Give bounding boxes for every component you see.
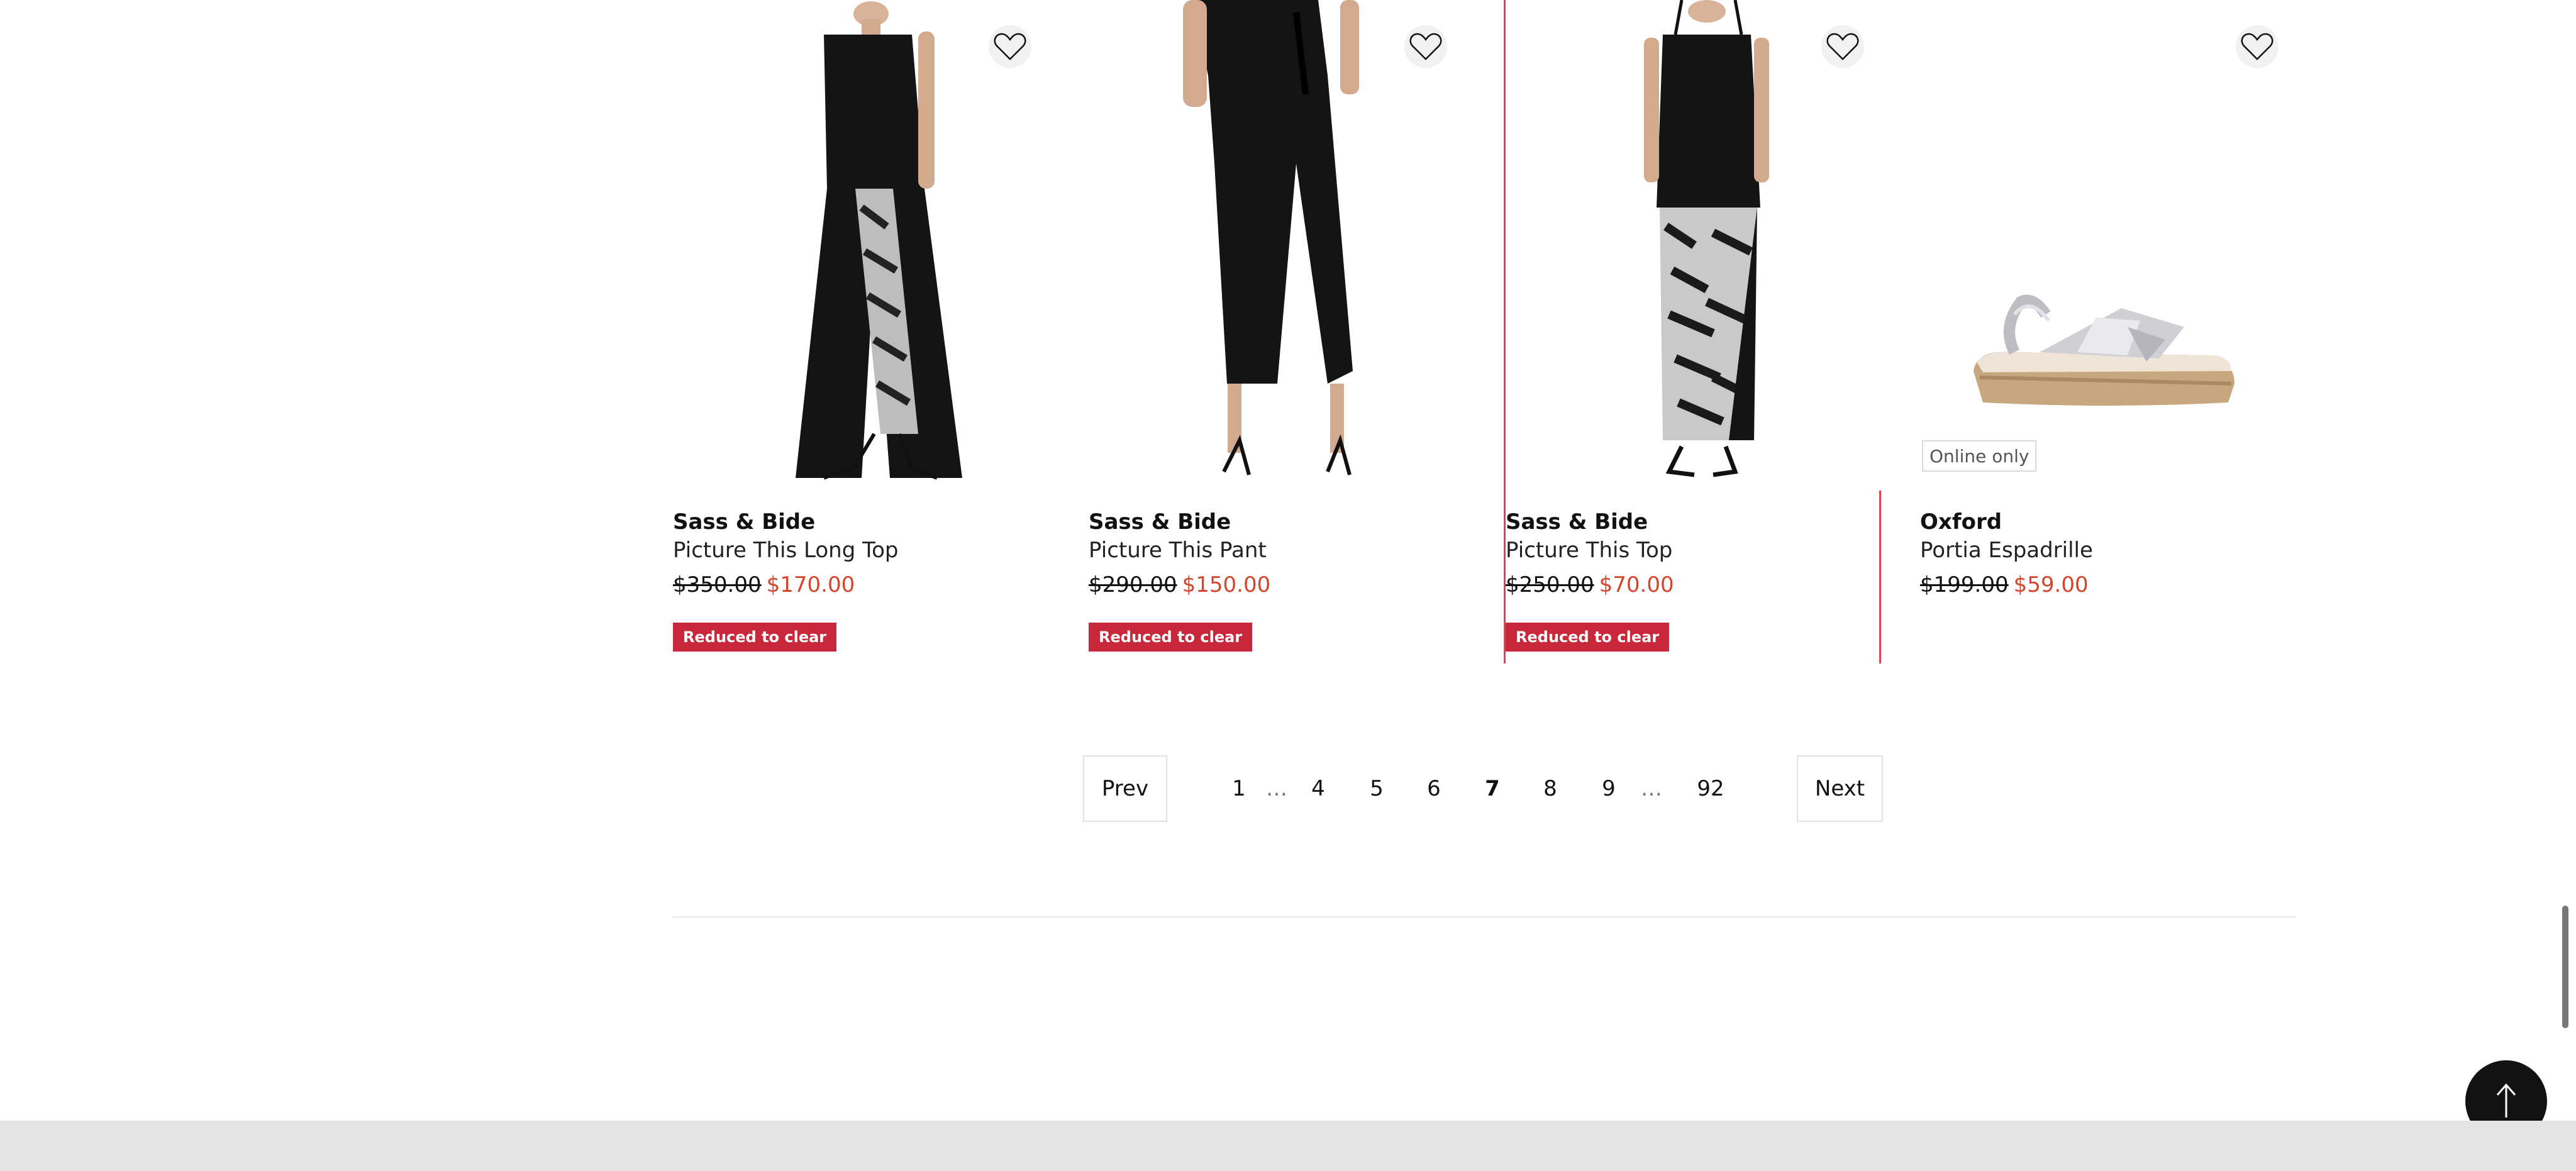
product-grid: Sass & Bide Picture This Long Top $350.0…: [673, 0, 2297, 667]
section-divider: [673, 916, 2296, 918]
original-price: $290.00: [1089, 572, 1177, 597]
scrollbar-thumb[interactable]: [2562, 906, 2568, 1028]
product-card[interactable]: Online only Oxford Portia Espadrille $19…: [1920, 0, 2297, 663]
page-current: 7: [1485, 776, 1500, 801]
original-price: $350.00: [673, 572, 762, 597]
product-card[interactable]: Sass & Bide Picture This Pant $290.00 $15…: [1089, 0, 1466, 663]
product-card[interactable]: Sass & Bide Picture This Long Top $350.0…: [673, 0, 1050, 663]
product-image[interactable]: [1506, 0, 1883, 491]
original-price: $199.00: [1920, 572, 2009, 597]
reduced-badge: Reduced to clear: [1506, 623, 1670, 652]
prev-page-button[interactable]: Prev: [1083, 755, 1167, 822]
page-link[interactable]: 92: [1685, 755, 1736, 822]
online-only-tag: Online only: [1922, 440, 2037, 472]
product-prices: $350.00 $170.00: [673, 572, 855, 597]
wishlist-heart-icon[interactable]: [989, 25, 1031, 68]
product-image[interactable]: [1089, 0, 1466, 491]
page-link[interactable]: 6: [1415, 755, 1453, 822]
reduced-badge: Reduced to clear: [673, 623, 837, 652]
reduced-badge: Reduced to clear: [1089, 623, 1253, 652]
sale-price: $150.00: [1182, 572, 1271, 597]
pagination: Prev 1 … 4 5 6 7 8 9 … 92 Next: [1083, 755, 1883, 822]
original-price: $250.00: [1506, 572, 1594, 597]
product-prices: $199.00 $59.00: [1920, 572, 2089, 597]
wishlist-heart-icon[interactable]: [1821, 25, 1864, 68]
wishlist-heart-icon[interactable]: [1404, 25, 1447, 68]
product-image[interactable]: Online only: [1920, 0, 2297, 491]
product-name[interactable]: Portia Espadrille: [1920, 538, 2093, 563]
sale-price: $170.00: [766, 572, 855, 597]
next-page-button[interactable]: Next: [1797, 755, 1883, 822]
page-link[interactable]: 4: [1299, 755, 1337, 822]
product-brand[interactable]: Oxford: [1920, 509, 2002, 535]
wishlist-heart-icon[interactable]: [2236, 25, 2279, 68]
product-brand[interactable]: Sass & Bide: [1089, 509, 1231, 535]
footer-band: [0, 1121, 2576, 1171]
product-prices: $250.00 $70.00: [1506, 572, 1674, 597]
product-brand[interactable]: Sass & Bide: [1506, 509, 1648, 535]
page-ellipsis: …: [1641, 776, 1662, 801]
product-prices: $290.00 $150.00: [1089, 572, 1270, 597]
product-card[interactable]: Sass & Bide Picture This Top $250.00 $70.…: [1504, 0, 1883, 663]
product-image[interactable]: [673, 0, 1050, 491]
page-link[interactable]: 1: [1220, 755, 1258, 822]
sale-price: $59.00: [2013, 572, 2089, 597]
arrow-up-icon: [2496, 1083, 2516, 1118]
product-name[interactable]: Picture This Pant: [1089, 538, 1267, 563]
page-link[interactable]: 9: [1590, 755, 1628, 822]
page-link[interactable]: 8: [1531, 755, 1569, 822]
page-link[interactable]: 5: [1358, 755, 1396, 822]
product-name[interactable]: Picture This Top: [1506, 538, 1672, 563]
product-brand[interactable]: Sass & Bide: [673, 509, 815, 535]
sale-price: $70.00: [1599, 572, 1674, 597]
page-ellipsis: …: [1266, 776, 1287, 801]
product-name[interactable]: Picture This Long Top: [673, 538, 898, 563]
